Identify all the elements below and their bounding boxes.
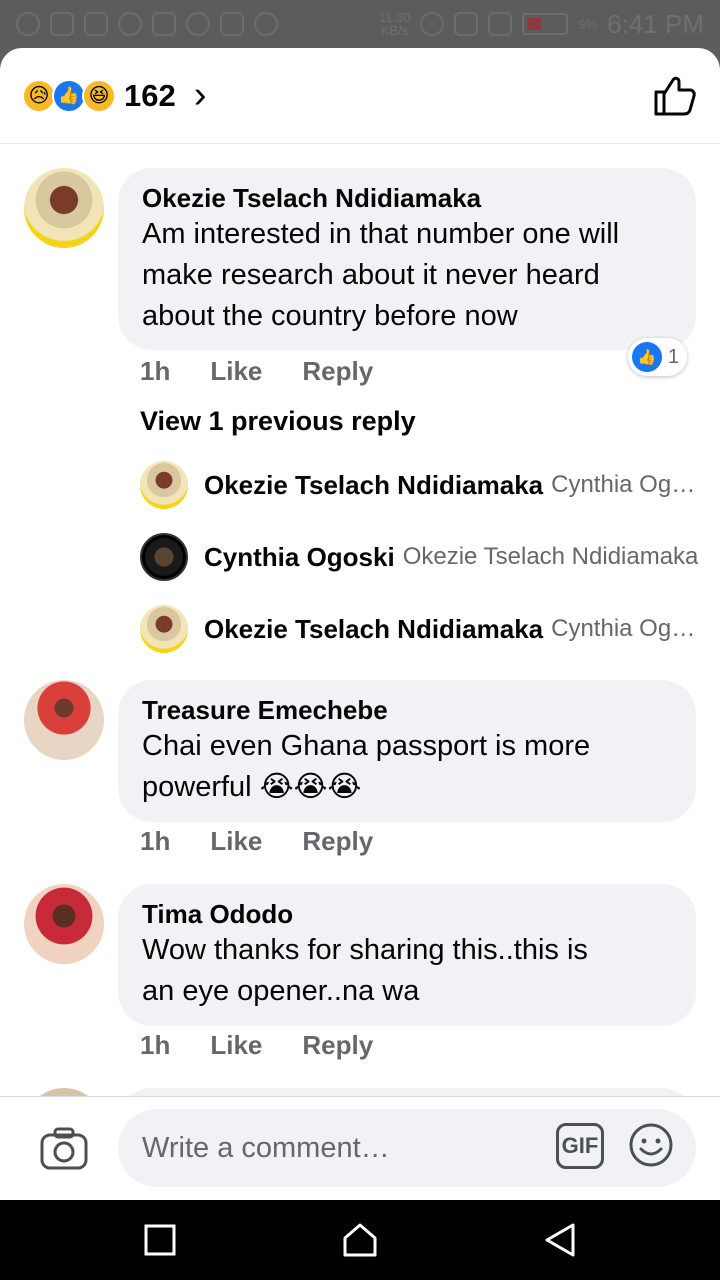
comment-reaction-badge[interactable]: 👍 1 (628, 338, 688, 376)
vpn-icon (84, 12, 108, 36)
emoji-icon[interactable] (628, 1122, 674, 1168)
comment-text-line: an eye opener..na wa (142, 975, 420, 1007)
reply-item[interactable]: Okezie Tselach Ndidiamaka Cynthia Ogoski (140, 460, 700, 510)
reply-author[interactable]: Okezie Tselach Ndidiamaka (204, 470, 543, 501)
status-bar: 11.30 KB/s 9% 6:41 PM (0, 0, 720, 48)
comment-bubble: Treasure Emechebe Chai even Ghana passpo… (118, 680, 696, 822)
comment-text-line: Chai even Ghana passport is more (142, 730, 591, 762)
reply-button[interactable]: Reply (302, 826, 373, 857)
comment-composer: GIF (0, 1096, 720, 1200)
comment-text-line: make research about it never heard (142, 259, 600, 291)
message-icon (50, 12, 74, 36)
comment-author[interactable]: Tima Ododo (142, 898, 672, 930)
comment-author[interactable]: Okezie Tselach Ndidiamaka (142, 182, 672, 214)
battery-level: 9% (578, 16, 598, 32)
reply-preview: Okezie Tselach Ndidiamaka (402, 543, 699, 570)
battery-icon (522, 13, 569, 35)
avatar[interactable] (140, 533, 188, 581)
reply-author[interactable]: Cynthia Ogoski (204, 542, 395, 573)
like-reaction-icon: 👍 (632, 342, 662, 372)
reply-button[interactable]: Reply (302, 1030, 373, 1061)
messenger-icon (118, 12, 142, 36)
avatar[interactable] (24, 168, 104, 248)
like-reaction-icon: 👍 (52, 78, 86, 113)
avatar[interactable] (24, 884, 104, 964)
opera-icon (16, 12, 40, 36)
gif-button[interactable]: GIF (556, 1123, 604, 1169)
comment-actions: 1h Like Reply (140, 826, 373, 857)
reply-item[interactable]: Cynthia Ogoski Okezie Tselach Ndidiamaka (140, 532, 700, 582)
alarm-icon (420, 12, 445, 36)
reply-preview: Cynthia Ogoski (551, 471, 700, 498)
system-nav-bar (0, 1200, 720, 1280)
network-speed: 11.30 KB/s (379, 11, 411, 37)
like-post-icon[interactable] (650, 72, 698, 120)
reply-item[interactable]: Okezie Tselach Ndidiamaka Cynthia Ogoski (140, 604, 700, 654)
chevron-right-icon[interactable]: › (194, 74, 207, 117)
crying-emoji-icons: 😭😭😭 (259, 771, 362, 803)
avatar[interactable] (140, 605, 188, 653)
instagram-icon (254, 12, 278, 36)
comment-bubble: Tima Ododo Wow thanks for sharing this..… (118, 884, 696, 1026)
reply-author[interactable]: Okezie Tselach Ndidiamaka (204, 614, 543, 645)
avatar[interactable] (140, 461, 188, 509)
signal-icon (454, 12, 479, 36)
comment-text-line: Wow thanks for sharing this..this is (142, 934, 588, 966)
reaction-count[interactable]: 162 (124, 78, 176, 114)
comment-reaction-count: 1 (668, 345, 680, 368)
recents-icon[interactable] (140, 1220, 180, 1260)
comment-time: 1h (140, 356, 171, 386)
network-speed-unit: KB/s (380, 23, 409, 38)
comment-time: 1h (140, 826, 171, 856)
clock: 6:41 PM (607, 8, 704, 39)
chat-icon (186, 12, 210, 36)
comment-author[interactable]: Treasure Emechebe (142, 694, 672, 726)
like-button[interactable]: Like (210, 356, 262, 387)
reply-button[interactable]: Reply (302, 356, 373, 387)
avatar[interactable] (24, 680, 104, 760)
comments-sheet: 😥 👍 😆 162 › Okezie Tselach Ndidiamaka Am… (0, 48, 720, 1200)
status-right: 11.30 KB/s 9% 6:41 PM (379, 9, 704, 40)
reactions-header: 😥 👍 😆 162 › (0, 48, 720, 144)
home-icon[interactable] (340, 1220, 380, 1260)
like-button[interactable]: Like (210, 826, 262, 857)
view-previous-replies-link[interactable]: View 1 previous reply (140, 406, 416, 437)
like-button[interactable]: Like (210, 1030, 262, 1061)
reply-preview: Cynthia Ogoski (551, 615, 700, 642)
comment-text-line: Am interested in that number one will (142, 218, 620, 250)
comment-actions: 1h Like Reply (140, 1030, 373, 1061)
reaction-summary[interactable]: 😥 👍 😆 (22, 78, 116, 113)
sad-reaction-icon: 😥 (22, 78, 56, 113)
back-icon[interactable] (540, 1220, 580, 1260)
x-icon (220, 12, 244, 36)
gallery-icon (152, 12, 176, 36)
comment-actions: 1h Like Reply (140, 356, 373, 387)
notification-icons (16, 12, 278, 36)
comment-text-fragment: powerful (142, 771, 252, 803)
comment-text-line: powerful 😭😭😭 (142, 767, 672, 808)
camera-icon[interactable] (40, 1127, 88, 1171)
haha-reaction-icon: 😆 (82, 78, 116, 113)
comment-bubble: Okezie Tselach Ndidiamaka Am interested … (118, 168, 696, 350)
comment-text-line: about the country before now (142, 300, 518, 332)
comment-time: 1h (140, 1030, 171, 1060)
comment-input[interactable] (118, 1109, 696, 1187)
signal-2-icon (488, 12, 513, 36)
